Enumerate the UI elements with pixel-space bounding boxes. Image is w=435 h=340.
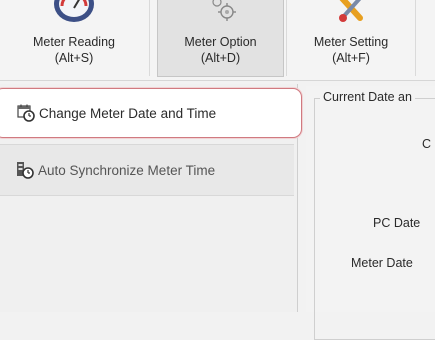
- calendar-clock-icon: [17, 104, 35, 122]
- meter-option-label: Meter Option: [184, 35, 257, 49]
- ribbon-separator: [286, 0, 287, 76]
- nav-item-auto-sync-meter-time[interactable]: Auto Synchronize Meter Time: [0, 144, 294, 196]
- meter-setting-shortcut: (Alt+F): [332, 51, 370, 65]
- partial-label: C: [422, 137, 432, 151]
- meter-reading-shortcut: (Alt+S): [54, 51, 94, 65]
- nav-item-label: Change Meter Date and Time: [39, 105, 217, 121]
- pc-date-label: PC Date: [373, 216, 421, 230]
- sync-clock-icon: [16, 161, 34, 179]
- meter-option-shortcut: (Alt+D): [200, 51, 241, 65]
- meter-reading-label: Meter Reading: [33, 35, 115, 49]
- group-title: Current Date an: [320, 90, 415, 104]
- nav-item-change-meter-date-time[interactable]: Change Meter Date and Time: [0, 88, 302, 138]
- gear-icon: [203, 0, 239, 28]
- ribbon-separator: [149, 0, 150, 76]
- date-time-panel: Current Date an C PC Date Meter Date: [306, 86, 435, 340]
- meter-setting-label: Meter Setting: [313, 35, 389, 49]
- ribbon-toolbar: Meter Reading (Alt+S) Meter Option (Alt+…: [0, 0, 435, 81]
- meter-date-label: Meter Date: [351, 256, 413, 270]
- ribbon-separator: [415, 0, 416, 76]
- meter-reading-button[interactable]: Meter Reading (Alt+S): [6, 0, 142, 77]
- meter-option-button[interactable]: Meter Option (Alt+D): [157, 0, 284, 77]
- nav-item-label: Auto Synchronize Meter Time: [38, 162, 216, 178]
- option-nav-panel: Change Meter Date and Time Auto Synchron…: [0, 84, 302, 312]
- meter-setting-button[interactable]: Meter Setting (Alt+F): [288, 0, 414, 77]
- meter-reading-icon: [52, 0, 96, 28]
- tools-icon: [334, 0, 368, 28]
